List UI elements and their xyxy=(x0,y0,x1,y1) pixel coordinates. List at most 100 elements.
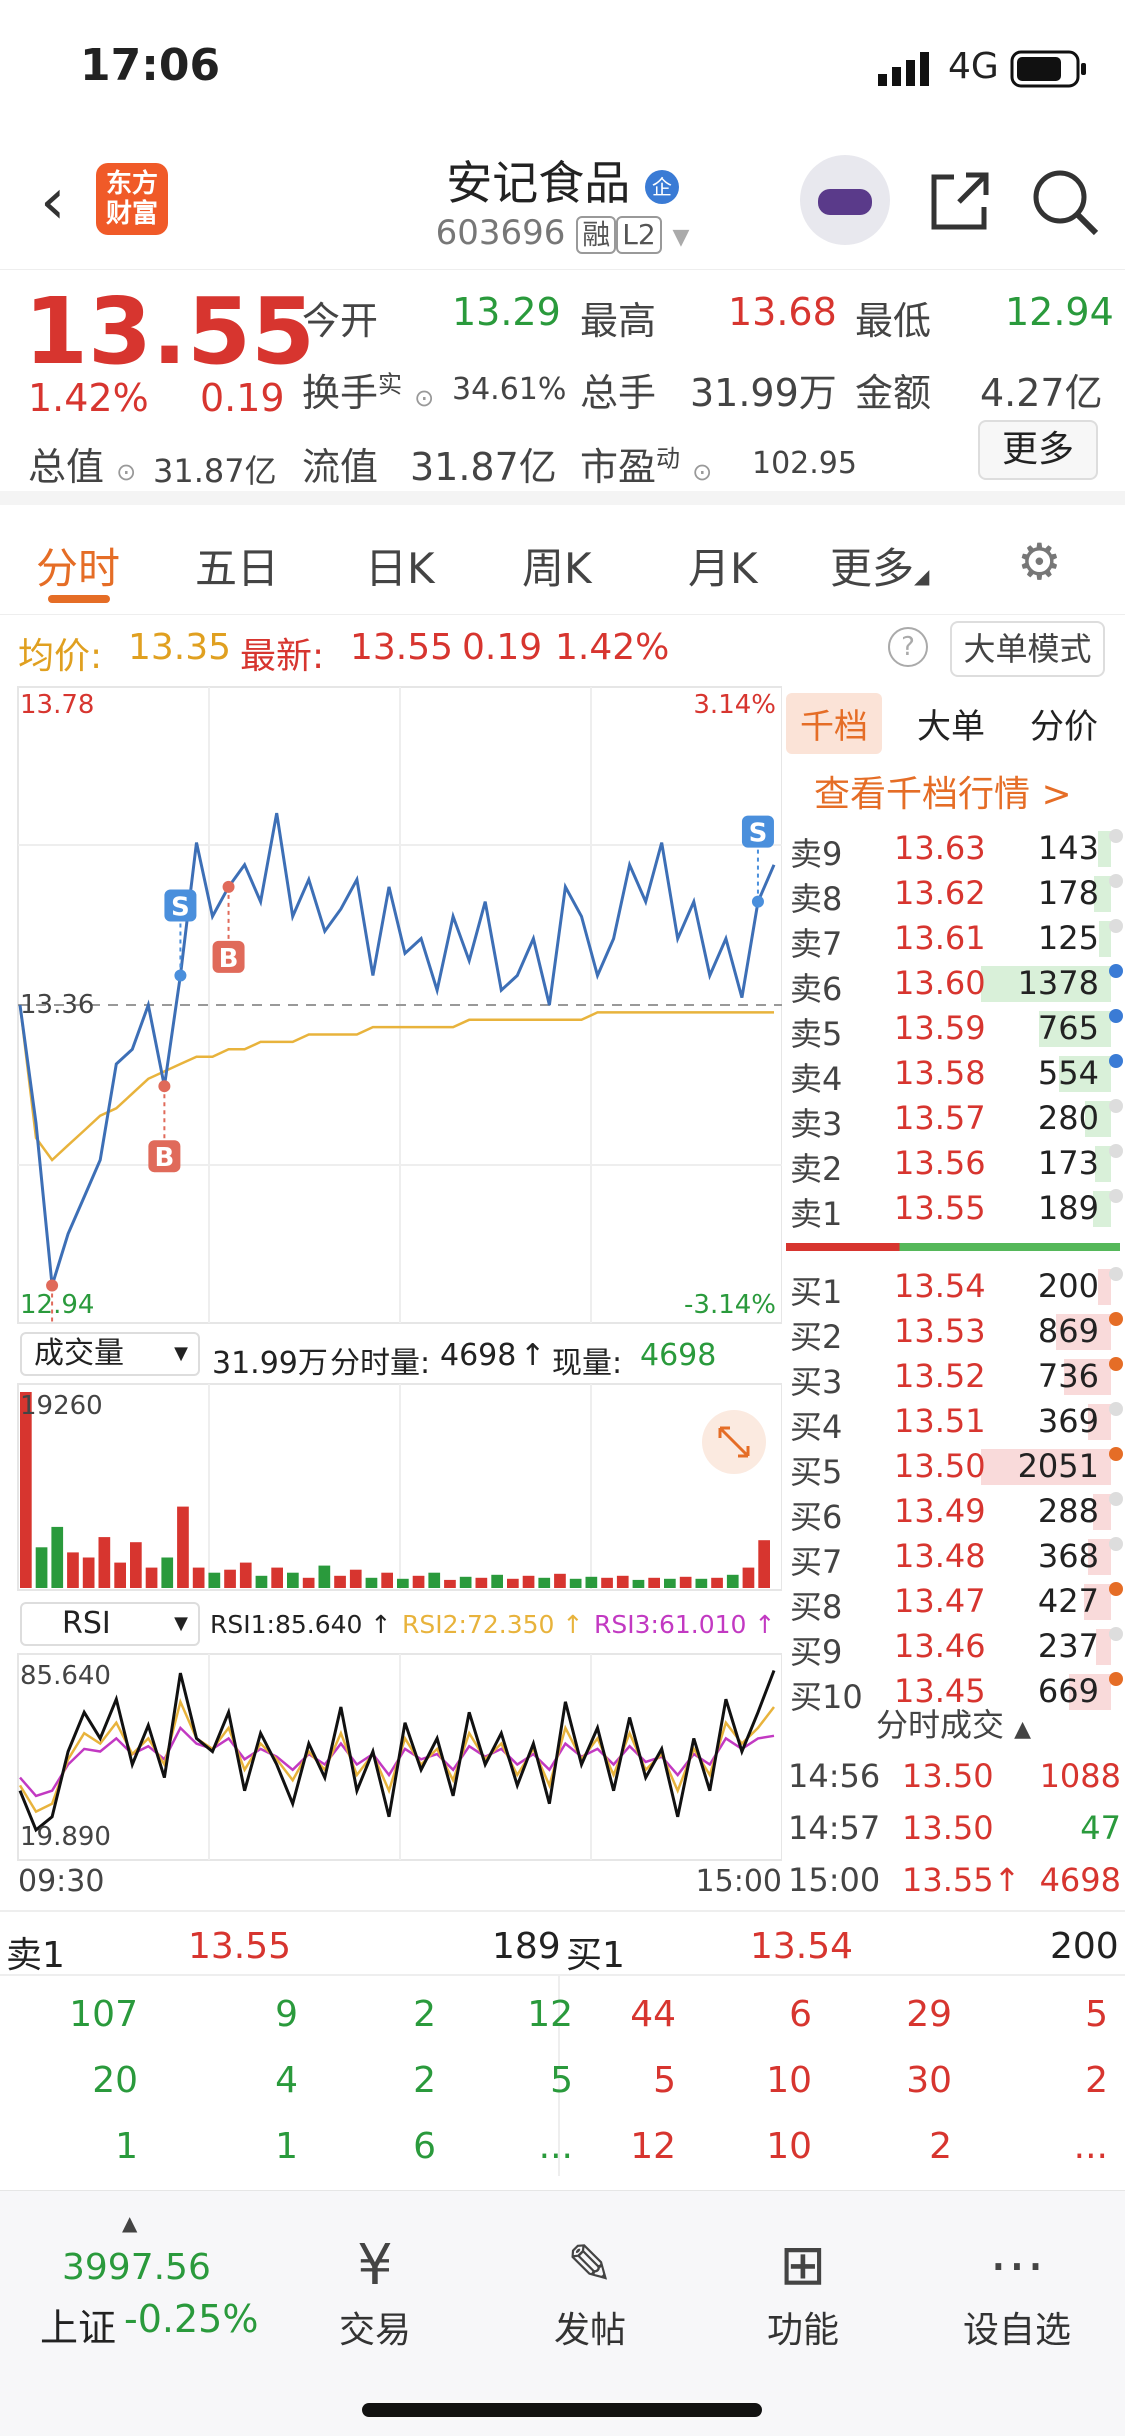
level-price: 13.54 xyxy=(894,1267,986,1305)
order-level-row[interactable]: 买6 13.49 288 xyxy=(782,1488,1125,1536)
nav-trade[interactable]: ¥ 交易 xyxy=(300,2231,450,2353)
view-thousand-level-link[interactable]: 查看千档行情 > xyxy=(814,765,1072,817)
level-dot xyxy=(1109,1009,1123,1023)
tab-weekly-k[interactable]: 周K xyxy=(522,535,592,596)
order-level-row[interactable]: 卖4 13.58 554 xyxy=(782,1050,1125,1098)
volume-axis-top: 19260 xyxy=(20,1391,103,1421)
trade-point xyxy=(751,895,764,908)
quote-panel: 13.55 1.42% 0.19 今开 13.29 最高 13.68 最低 12… xyxy=(0,270,1125,505)
tick-volume: 47 xyxy=(1080,1809,1121,1847)
avg-price-label: 均价: xyxy=(18,636,103,677)
info-icon[interactable]: ⊙ xyxy=(692,458,712,486)
tab-daily-k[interactable]: 日K xyxy=(365,535,435,596)
order-level-row[interactable]: 买7 13.48 368 xyxy=(782,1533,1125,1581)
volume-bar xyxy=(208,1572,221,1588)
order-level-row[interactable]: 买4 13.51 369 xyxy=(782,1398,1125,1446)
nav-functions[interactable]: ⊞ 功能 xyxy=(728,2231,878,2353)
order-level-row[interactable]: 卖1 13.55 189 xyxy=(782,1185,1125,1233)
volume-bar xyxy=(130,1542,142,1588)
tick-volume: 4698 xyxy=(440,1338,517,1373)
order-level-row[interactable]: 买5 13.50 2051 xyxy=(782,1443,1125,1491)
level-dot xyxy=(1109,874,1123,888)
volume-bar xyxy=(758,1540,770,1588)
info-icon[interactable]: ⊙ xyxy=(116,458,136,486)
robot-assistant-icon[interactable] xyxy=(800,155,890,245)
level-dot xyxy=(1109,1672,1123,1686)
volume-bar xyxy=(616,1575,629,1588)
sell-queue-cell: 5 xyxy=(550,2060,573,2101)
marker-label: B xyxy=(219,944,239,974)
order-level-row[interactable]: 卖9 13.63 143 xyxy=(782,825,1125,873)
tab-five-day[interactable]: 五日 xyxy=(195,535,279,596)
volume-chart[interactable]: 19260 xyxy=(12,1382,782,1592)
level-dot xyxy=(1109,1447,1123,1461)
table-row: 20 4 2 5 5 10 30 2 xyxy=(0,2050,1125,2116)
tab-monthly-k[interactable]: 月K xyxy=(688,535,758,596)
sell-queue-cell: 1 xyxy=(275,2126,298,2167)
rsi-chart[interactable]: 85.640 19.890 xyxy=(12,1652,782,1862)
order-level-row[interactable]: 卖8 13.62 178 xyxy=(782,870,1125,918)
dropdown-arrow-icon: ▼ xyxy=(174,1613,188,1634)
index-ticker[interactable]: ▲ 3997.56 上证 -0.25% xyxy=(30,2211,290,2351)
volume-select[interactable]: 成交量 ▼ xyxy=(20,1332,200,1376)
intraday-price-chart[interactable]: 13.78 13.36 12.94 3.14% -3.14% BBBSS xyxy=(12,685,782,1325)
volume-bar xyxy=(20,1392,32,1588)
tab-price-distribution[interactable]: 分价 xyxy=(1030,699,1098,748)
tab-thousand-level[interactable]: 千档 xyxy=(786,693,882,754)
volume-header: 成交量 ▼ 31.99万 分时量: 4698 ↑ 现量: 4698 xyxy=(12,1330,782,1381)
change-value: 0.19 xyxy=(200,376,285,420)
level-label: 买7 xyxy=(790,1543,843,1581)
nav-post[interactable]: ✎ 发帖 xyxy=(515,2231,665,2353)
level-price: 13.53 xyxy=(894,1312,986,1350)
trade-point xyxy=(174,969,187,982)
sell-queue-cell: 2 xyxy=(413,1994,436,2035)
order-level-row[interactable]: 卖2 13.56 173 xyxy=(782,1140,1125,1188)
big-order-mode-button[interactable]: 大单模式 xyxy=(950,621,1105,677)
volume-bar xyxy=(98,1537,111,1588)
mktcap-field: 总值 ⊙ 31.87亿 xyxy=(28,445,277,490)
share-icon[interactable] xyxy=(924,167,994,237)
turnover-field: 换手实 ⊙ 34.61% xyxy=(302,370,567,415)
order-level-row[interactable]: 卖7 13.61 125 xyxy=(782,915,1125,963)
more-button[interactable]: 更多 xyxy=(978,420,1098,480)
order-level-row[interactable]: 卖3 13.57 280 xyxy=(782,1095,1125,1143)
tab-big-order[interactable]: 大单 xyxy=(917,699,985,748)
nav-add-watchlist[interactable]: ⋯ 设自选 xyxy=(942,2231,1092,2353)
tick-time: 14:57 xyxy=(788,1809,881,1847)
order-level-row[interactable]: 卖5 13.59 765 xyxy=(782,1005,1125,1053)
level-price: 13.59 xyxy=(894,1009,986,1047)
volume-bar xyxy=(177,1506,189,1588)
buy-queue-cell: 12 xyxy=(630,2126,676,2167)
tab-intraday[interactable]: 分时 xyxy=(36,535,120,596)
tab-more[interactable]: 更多◢ xyxy=(830,535,929,596)
gear-icon[interactable]: ⚙ xyxy=(1017,533,1062,591)
level-label: 卖2 xyxy=(790,1150,843,1188)
indicator-select[interactable]: RSI ▼ xyxy=(20,1602,200,1646)
order-level-row[interactable]: 买3 13.52 736 xyxy=(782,1353,1125,1401)
sell-queue-cell: 20 xyxy=(92,2060,138,2101)
order-level-row[interactable]: 买1 13.54 200 xyxy=(782,1263,1125,1311)
volume-bar xyxy=(224,1569,236,1588)
tick-time: 14:56 xyxy=(788,1757,881,1795)
trade-point xyxy=(158,1080,171,1093)
stock-code: 603696 xyxy=(435,213,566,253)
ticks-header[interactable]: 分时成交 ▲ xyxy=(782,1700,1125,1750)
search-icon[interactable] xyxy=(1030,167,1100,237)
order-level-row[interactable]: 买9 13.46 237 xyxy=(782,1623,1125,1671)
order-level-row[interactable]: 买2 13.53 869 xyxy=(782,1308,1125,1356)
volume-bar xyxy=(444,1579,456,1588)
info-icon[interactable]: ⊙ xyxy=(414,384,434,412)
low-field: 最低 12.94 xyxy=(855,290,1114,343)
bid-ask-ratio-bar xyxy=(786,1243,1120,1251)
help-icon[interactable]: ? xyxy=(888,627,928,667)
level-dot xyxy=(1109,1627,1123,1641)
order-level-row[interactable]: 卖6 13.60 1378 xyxy=(782,960,1125,1008)
volume-bar xyxy=(82,1557,95,1588)
level-volume: 143 xyxy=(1037,829,1099,867)
order-level-row[interactable]: 买8 13.47 427 xyxy=(782,1578,1125,1626)
network-label: 4G xyxy=(948,46,999,87)
tick-row: 15:00 13.55↑ 4698 xyxy=(782,1857,1125,1902)
volume-bar xyxy=(161,1557,174,1588)
index-value: 3997.56 xyxy=(62,2247,211,2288)
level-dot xyxy=(1109,829,1123,843)
